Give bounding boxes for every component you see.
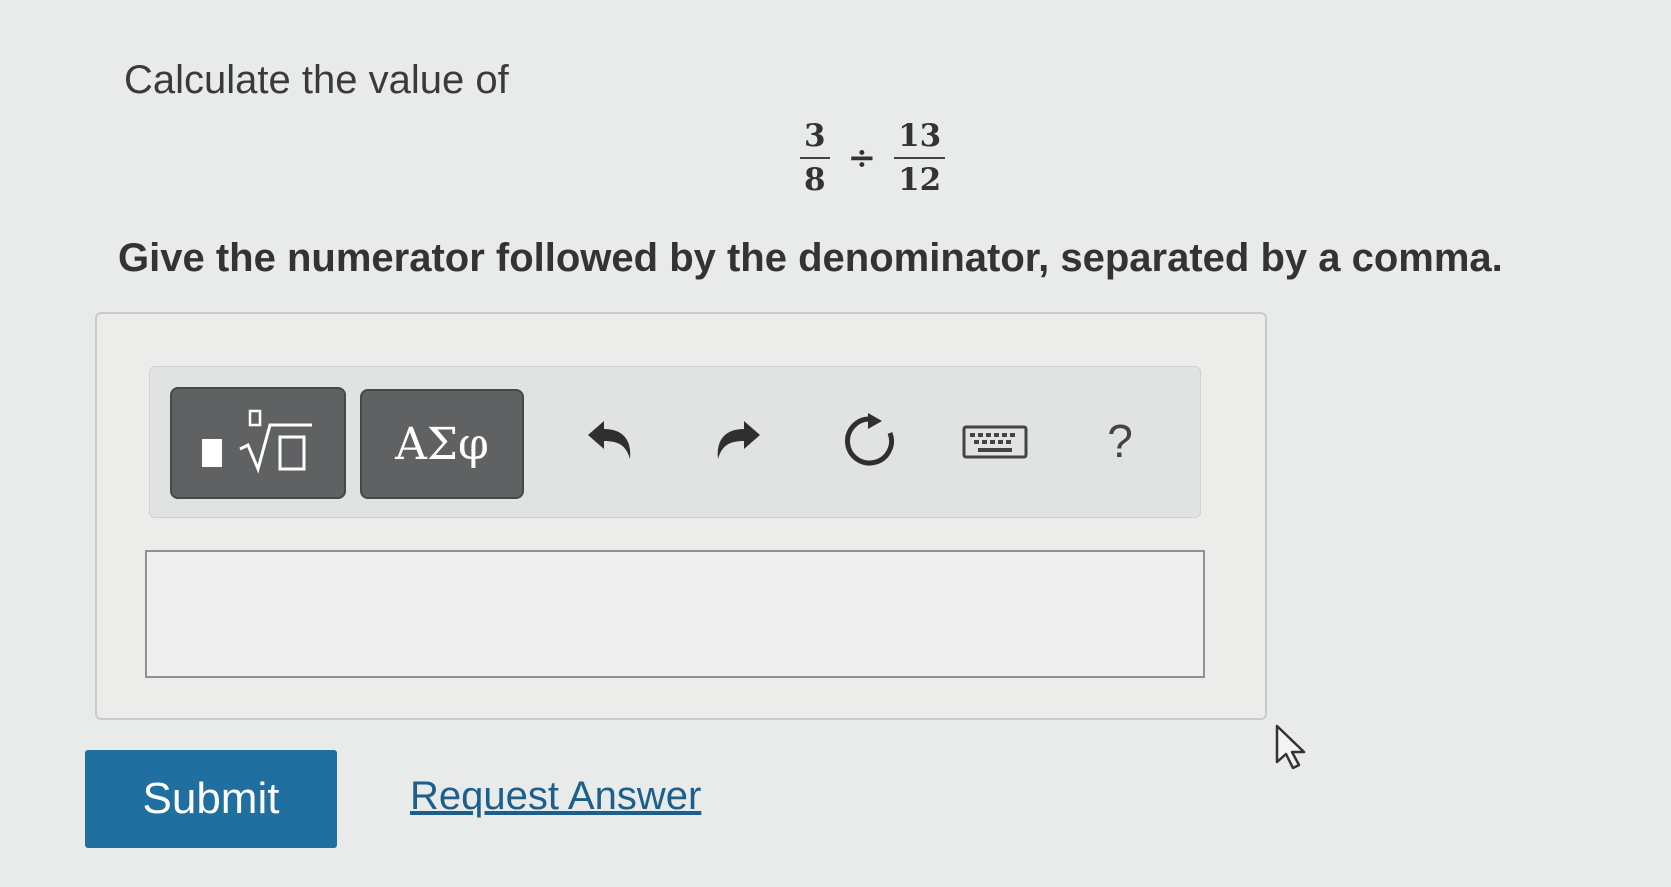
symbols-button[interactable]: ΑΣφ [360, 389, 524, 499]
undo-icon [588, 421, 631, 459]
right-fraction: 13 12 [894, 118, 946, 198]
help-button[interactable]: ? [1080, 401, 1160, 481]
undo-button[interactable] [570, 401, 650, 481]
answer-panel: ΑΣφ ? [95, 312, 1267, 720]
mouse-pointer-icon [1275, 724, 1306, 770]
left-denominator: 8 [804, 162, 826, 198]
instruction-text: Give the numerator followed by the denom… [118, 236, 1503, 280]
redo-button[interactable] [698, 401, 778, 481]
left-numerator: 3 [800, 118, 830, 159]
templates-button[interactable] [170, 387, 346, 499]
redo-icon [717, 421, 760, 459]
answer-input[interactable] [145, 550, 1205, 678]
keyboard-icon [962, 425, 1028, 459]
request-answer-link[interactable]: Request Answer [410, 774, 701, 819]
left-fraction: 3 8 [800, 118, 830, 198]
right-denominator: 12 [898, 162, 942, 198]
reset-button[interactable] [830, 401, 910, 481]
math-toolbar: ΑΣφ ? [149, 366, 1201, 518]
question-prompt: Calculate the value of [124, 58, 509, 102]
right-numerator: 13 [894, 118, 946, 159]
division-operator: ÷ [847, 138, 877, 178]
math-expression: 3 8 ÷ 13 12 [800, 118, 946, 198]
keyboard-button[interactable] [955, 401, 1035, 481]
reset-icon [845, 413, 894, 466]
submit-button[interactable]: Submit [85, 750, 337, 848]
templates-icon [202, 409, 312, 474]
